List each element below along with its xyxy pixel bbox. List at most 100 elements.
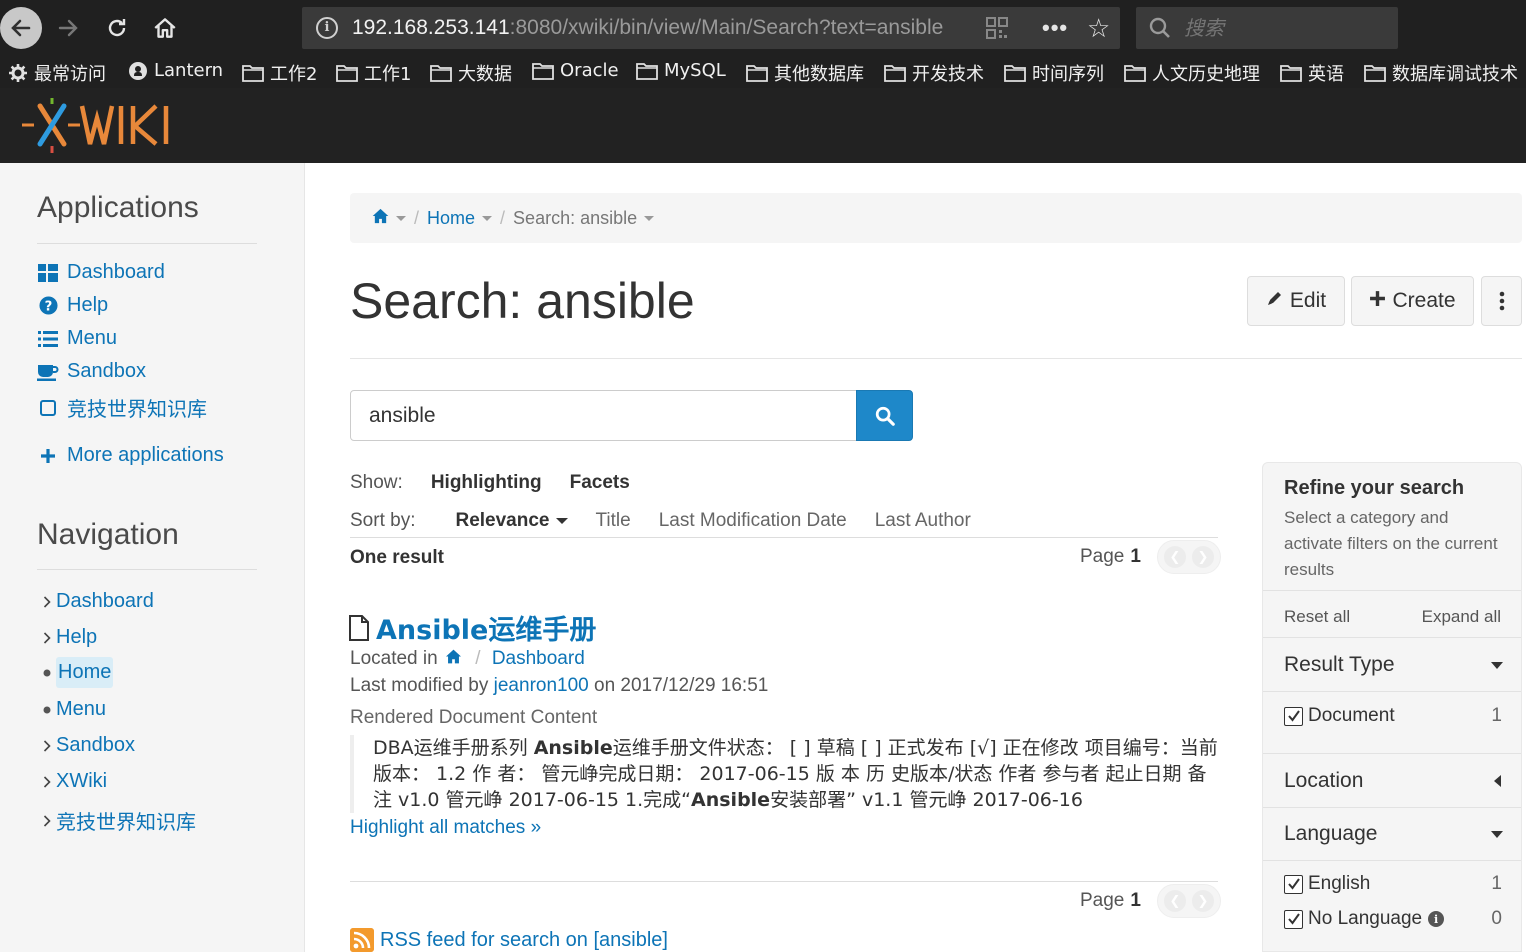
- next-page-icon[interactable]: ❯: [1191, 546, 1214, 568]
- highlighted-term: Ansible: [533, 737, 613, 759]
- facet-option-english[interactable]: English 1: [1284, 873, 1502, 895]
- sort-label: Sort by:: [350, 510, 416, 531]
- bookmark-item[interactable]: Oracle: [532, 60, 619, 81]
- breadcrumb-current: Search: ansible: [513, 207, 638, 228]
- app-item-sandbox[interactable]: Sandbox: [37, 360, 146, 383]
- chevron-right-icon[interactable]: [40, 775, 54, 788]
- reload-button[interactable]: [95, 6, 139, 50]
- address-bar[interactable]: i 192.168.253.141:8080/xwiki/bin/view/Ma…: [302, 7, 1120, 49]
- home-icon[interactable]: [445, 648, 462, 669]
- pager-buttons: ❮ ❯: [1156, 540, 1221, 574]
- nav-item[interactable]: Menu: [40, 698, 106, 721]
- facet-location-header[interactable]: Location: [1284, 769, 1363, 793]
- folder-icon: [636, 62, 658, 80]
- caret-down-icon[interactable]: [482, 215, 493, 221]
- app-item-dashboard[interactable]: Dashboard: [37, 261, 165, 284]
- facet-result-type-header[interactable]: Result Type: [1284, 653, 1395, 677]
- app-item-label: Sandbox: [67, 360, 146, 382]
- nav-item[interactable]: XWiki: [40, 770, 107, 793]
- nav-item[interactable]: Home: [40, 657, 114, 688]
- xwiki-logo[interactable]: [20, 96, 190, 156]
- forward-button[interactable]: [46, 6, 90, 50]
- sort-title[interactable]: Title: [596, 510, 631, 532]
- app-item-menu[interactable]: Menu: [37, 327, 117, 350]
- facet-language-header[interactable]: Language: [1284, 822, 1377, 846]
- info-icon[interactable]: i: [1428, 911, 1445, 927]
- more-actions-button[interactable]: [1481, 276, 1522, 326]
- sort-last-modification-date[interactable]: Last Modification Date: [659, 510, 847, 532]
- bookmark-item[interactable]: 数据库调试技术: [1364, 60, 1518, 86]
- chevron-right-icon[interactable]: [40, 631, 54, 644]
- prev-page-icon[interactable]: ❮: [1163, 546, 1186, 568]
- sort-relevance-label: Relevance: [455, 510, 550, 531]
- url-text[interactable]: 192.168.253.141:8080/xwiki/bin/view/Main…: [352, 16, 982, 40]
- bookmark-item[interactable]: 工作2: [242, 60, 317, 86]
- app-item-help[interactable]: ? Help: [37, 294, 108, 317]
- search-input[interactable]: [350, 390, 858, 441]
- caret-left-icon[interactable]: [1494, 775, 1501, 787]
- result-title-link[interactable]: Ansible运维手册: [348, 608, 596, 647]
- facet-option-no-language[interactable]: No Language i 0: [1284, 908, 1502, 930]
- caret-down-icon[interactable]: [1491, 831, 1503, 838]
- expand-all-link[interactable]: Expand all: [1422, 607, 1501, 627]
- bookmark-item[interactable]: 英语: [1280, 60, 1344, 86]
- rss-feed-link[interactable]: RSS feed for search on [ansible]: [350, 928, 668, 952]
- caret-down-icon[interactable]: [1491, 662, 1503, 669]
- more-applications-link[interactable]: More applications: [37, 444, 224, 467]
- highlight-all-matches-link[interactable]: Highlight all matches »: [350, 817, 541, 839]
- bookmark-item[interactable]: 大数据: [430, 60, 512, 86]
- show-highlighting-toggle[interactable]: Highlighting: [431, 472, 542, 494]
- prev-page-icon[interactable]: ❮: [1163, 890, 1186, 912]
- bookmark-star-icon[interactable]: ☆: [1087, 13, 1110, 44]
- browser-search-box[interactable]: [1136, 7, 1398, 49]
- create-button[interactable]: Create: [1351, 276, 1474, 326]
- nav-item[interactable]: Dashboard: [40, 590, 154, 613]
- qr-code-icon[interactable]: [986, 17, 1008, 39]
- info-icon[interactable]: i: [316, 17, 338, 39]
- facet-option-label: No Language: [1308, 908, 1423, 929]
- nav-item-label: Sandbox: [56, 734, 135, 756]
- plus-icon: [1369, 289, 1386, 313]
- author-link[interactable]: jeanron100: [494, 675, 589, 696]
- checkbox-checked[interactable]: [1284, 706, 1303, 726]
- bookmark-item[interactable]: 开发技术: [884, 60, 984, 86]
- bookmark-item[interactable]: MySQL: [636, 60, 726, 81]
- dashboard-icon: [37, 263, 59, 282]
- bookmark-item[interactable]: 人文历史地理: [1124, 60, 1260, 86]
- bookmark-item[interactable]: 时间序列: [1004, 60, 1104, 86]
- chevron-right-icon[interactable]: [40, 739, 54, 752]
- page-actions-icon[interactable]: •••: [1042, 15, 1068, 41]
- create-label: Create: [1392, 289, 1456, 312]
- chevron-right-icon[interactable]: [40, 814, 54, 827]
- caret-down-icon[interactable]: [644, 215, 655, 221]
- next-page-icon[interactable]: ❯: [1191, 890, 1214, 912]
- nav-item[interactable]: 竞技世界知识库: [40, 806, 196, 835]
- bookmark-item[interactable]: 工作1: [336, 60, 411, 86]
- back-button[interactable]: [0, 7, 42, 49]
- checkbox-checked[interactable]: [1284, 909, 1303, 929]
- divider: [37, 243, 257, 244]
- home-icon[interactable]: [372, 208, 389, 229]
- checkbox-checked[interactable]: [1284, 874, 1303, 894]
- bookmark-item[interactable]: 最常访问: [8, 60, 106, 86]
- breadcrumb-home[interactable]: Home: [427, 208, 475, 229]
- home-button[interactable]: [143, 6, 187, 50]
- search-button[interactable]: [856, 390, 913, 441]
- chevron-right-icon[interactable]: [40, 595, 54, 608]
- facet-option-document[interactable]: Document 1: [1284, 705, 1502, 727]
- search-icon: [1149, 17, 1170, 38]
- sort-relevance[interactable]: Relevance: [455, 510, 568, 532]
- nav-item[interactable]: Sandbox: [40, 734, 135, 757]
- show-facets-toggle[interactable]: Facets: [570, 472, 630, 494]
- sort-last-author[interactable]: Last Author: [875, 510, 971, 532]
- bookmark-label: 人文历史地理: [1152, 64, 1260, 85]
- bookmark-item[interactable]: Lantern: [128, 60, 223, 81]
- caret-down-icon[interactable]: [396, 215, 406, 221]
- location-dashboard-link[interactable]: Dashboard: [492, 648, 585, 669]
- nav-item[interactable]: Help: [40, 626, 97, 649]
- edit-button[interactable]: Edit: [1247, 276, 1345, 326]
- reset-all-link[interactable]: Reset all: [1284, 607, 1350, 627]
- browser-search-input[interactable]: [1184, 16, 1384, 40]
- bookmark-item[interactable]: 其他数据库: [746, 60, 864, 86]
- app-item-knowledge-base[interactable]: 竞技世界知识库: [37, 393, 207, 422]
